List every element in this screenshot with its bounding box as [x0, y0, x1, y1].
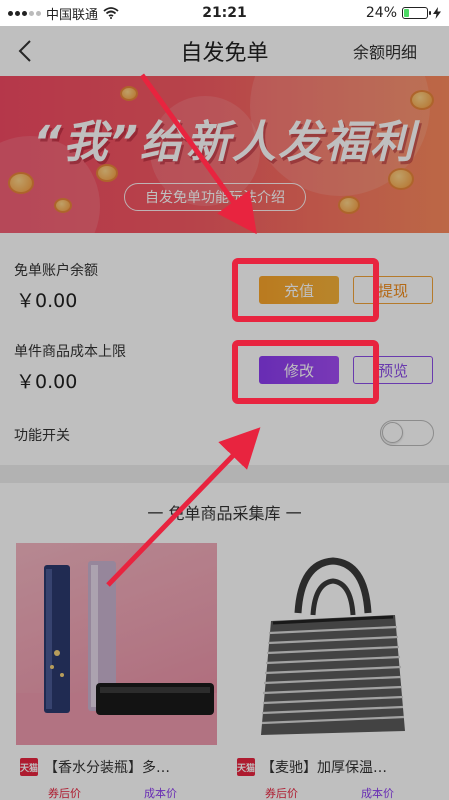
wifi-icon	[103, 7, 119, 19]
product-info: 天猫 【麦驰】加厚保温…	[233, 745, 434, 777]
chevron-left-icon	[18, 40, 31, 62]
balance-label: 免单账户余额	[14, 263, 98, 279]
carrier-name: 中国联通	[46, 7, 99, 23]
toggle-knob	[382, 422, 403, 443]
product-name: 【麦驰】加厚保温…	[261, 760, 387, 776]
balance-value: ￥0.00	[16, 290, 78, 312]
insulated-bag-image	[261, 557, 405, 735]
banner-title: “我”给新人发福利	[33, 117, 416, 168]
product-card[interactable]: 天猫 【麦驰】加厚保温… 券后价 成本价	[233, 543, 434, 800]
perfume-bottle-image	[16, 561, 217, 745]
tmall-badge: 天猫	[237, 758, 255, 776]
library-title: 一 免单商品采集库 一	[147, 504, 302, 523]
status-time: 21:21	[202, 5, 247, 21]
cost-price-label: 成本价	[144, 787, 177, 800]
product-image	[16, 543, 217, 745]
page-title: 自发免单	[180, 41, 269, 66]
coin-icon	[338, 196, 360, 214]
charging-icon	[433, 7, 441, 19]
tmall-badge: 天猫	[20, 758, 38, 776]
coin-icon	[388, 168, 414, 190]
cost-limit-label: 单件商品成本上限	[14, 344, 126, 360]
edit-highlight-box	[232, 340, 379, 404]
recharge-highlight-box	[232, 258, 379, 322]
status-bar: 中国联通 21:21 24%	[0, 0, 449, 26]
coin-icon	[8, 172, 34, 194]
price-row: 券后价 成本价	[233, 777, 434, 800]
product-info: 天猫 【香水分装瓶】多…	[16, 745, 217, 777]
price-after-label: 券后价	[48, 787, 81, 800]
nav-bar: 自发免单 余额明细	[0, 26, 449, 76]
battery-icon	[402, 7, 431, 19]
price-row: 券后价 成本价	[16, 777, 217, 800]
feature-toggle[interactable]	[380, 420, 434, 446]
product-name: 【香水分装瓶】多…	[44, 760, 170, 776]
status-left: 中国联通	[8, 4, 158, 23]
coin-icon	[120, 86, 138, 101]
product-library: 一 免单商品采集库 一 天猫 【香水分装瓶】多… 券后价 成本价 天猫 【麦驰】…	[0, 483, 449, 800]
product-image	[233, 543, 434, 745]
product-card[interactable]: 天猫 【香水分装瓶】多… 券后价 成本价	[16, 543, 217, 800]
feature-intro-button[interactable]: 自发免单功能玩法介绍	[124, 183, 306, 211]
signal-icon	[8, 10, 41, 16]
back-button[interactable]	[0, 26, 50, 76]
status-right: 24%	[291, 5, 441, 21]
price-after-label: 券后价	[265, 787, 298, 800]
feature-switch-label: 功能开关	[14, 428, 70, 444]
promo-banner[interactable]: “我”给新人发福利 自发免单功能玩法介绍	[0, 76, 449, 233]
cost-limit-value: ￥0.00	[16, 371, 78, 393]
balance-detail-link[interactable]: 余额明细	[353, 39, 449, 63]
battery-percent: 24%	[365, 5, 397, 21]
coin-icon	[54, 198, 72, 213]
account-card: 免单账户余额 ￥0.00 充值 提现 单件商品成本上限 ￥0.00 修改 预览 …	[0, 233, 449, 465]
cost-price-label: 成本价	[361, 787, 394, 800]
